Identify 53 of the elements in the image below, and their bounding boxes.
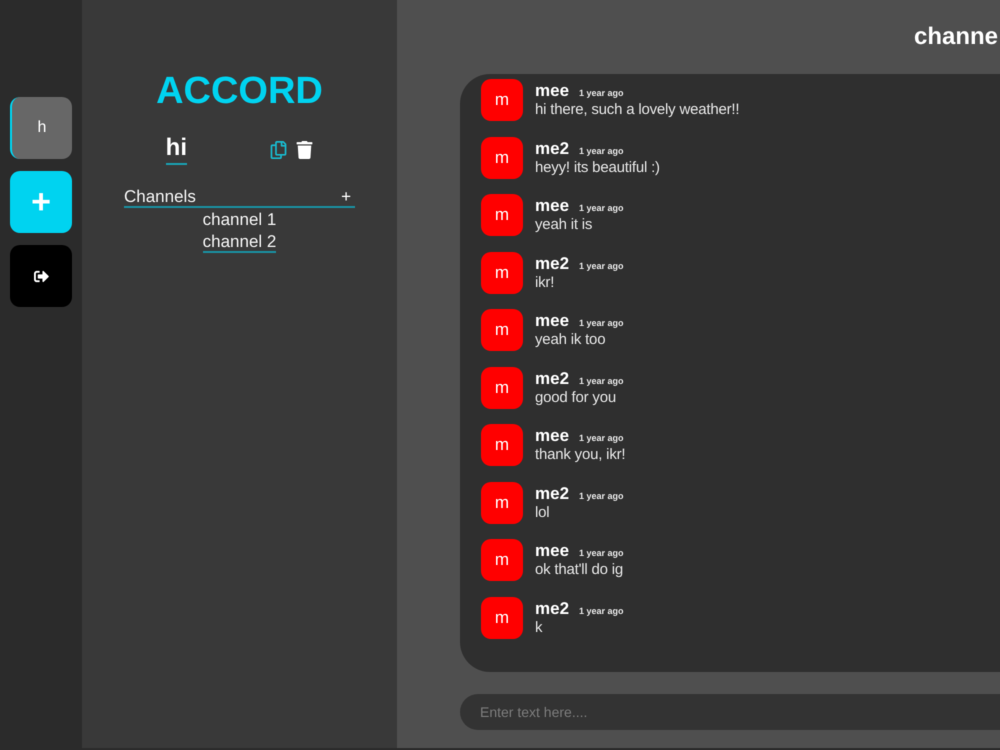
trash-icon[interactable] xyxy=(296,140,314,158)
message-time: 1 year ago xyxy=(579,88,624,98)
message-text: thank you, ikr! xyxy=(535,445,626,464)
message-author: mee xyxy=(535,426,570,445)
message-time: 1 year ago xyxy=(579,606,624,616)
avatar: m xyxy=(481,366,523,408)
message-time: 1 year ago xyxy=(579,146,624,156)
message-author: mee xyxy=(535,311,570,330)
message-time: 1 year ago xyxy=(579,260,624,270)
add-channel-button[interactable]: + xyxy=(341,187,355,206)
channel-title: channe xyxy=(914,23,998,51)
message-time: 1 year ago xyxy=(579,203,624,213)
avatar: m xyxy=(481,424,523,466)
message-text: hi there, such a lovely weather!! xyxy=(535,100,740,119)
message-text: good for you xyxy=(535,388,617,406)
message-time: 1 year ago xyxy=(579,433,624,443)
message-author: me2 xyxy=(535,138,570,158)
message-author: mee xyxy=(535,541,570,560)
avatar: m xyxy=(481,309,523,351)
message-author: me2 xyxy=(535,598,570,618)
avatar: m xyxy=(481,482,523,524)
avatar: m xyxy=(481,252,523,294)
message-author: me2 xyxy=(535,368,570,388)
logout-button[interactable] xyxy=(10,245,72,307)
app-title: ACCORD xyxy=(156,69,323,114)
message-author: mee xyxy=(535,81,570,100)
message-author: mee xyxy=(535,196,570,215)
avatar: m xyxy=(481,194,523,236)
message-text: yeah ik too xyxy=(535,330,606,349)
avatar: m xyxy=(481,136,523,178)
avatar: m xyxy=(481,79,523,121)
message-time: 1 year ago xyxy=(579,490,624,500)
message-time: 1 year ago xyxy=(579,548,624,558)
avatar: m xyxy=(481,539,523,581)
message-input[interactable]: Enter text here.... xyxy=(460,694,1000,730)
message-time: 1 year ago xyxy=(579,376,624,386)
message-time: 1 year ago xyxy=(579,318,624,328)
server-name: hi xyxy=(166,134,187,165)
message-text: ikr! xyxy=(535,272,556,292)
server-button[interactable]: h xyxy=(10,97,72,159)
channel-link[interactable]: channel 2 xyxy=(202,232,276,253)
message-author: me2 xyxy=(535,484,570,502)
message-text: k xyxy=(535,618,544,636)
copy-icon[interactable] xyxy=(270,140,288,158)
channels-heading: Channels xyxy=(124,187,196,206)
message-text: yeah it is xyxy=(535,215,594,234)
channel-link[interactable]: channel 1 xyxy=(202,210,276,231)
message-author: me2 xyxy=(535,254,570,272)
message-text: ok that'll do ig xyxy=(535,560,624,579)
exit-arrow-icon xyxy=(32,268,50,284)
avatar: m xyxy=(481,596,523,638)
message-text: lol xyxy=(535,502,550,522)
message-text: heyy! its beautiful :) xyxy=(535,158,660,176)
